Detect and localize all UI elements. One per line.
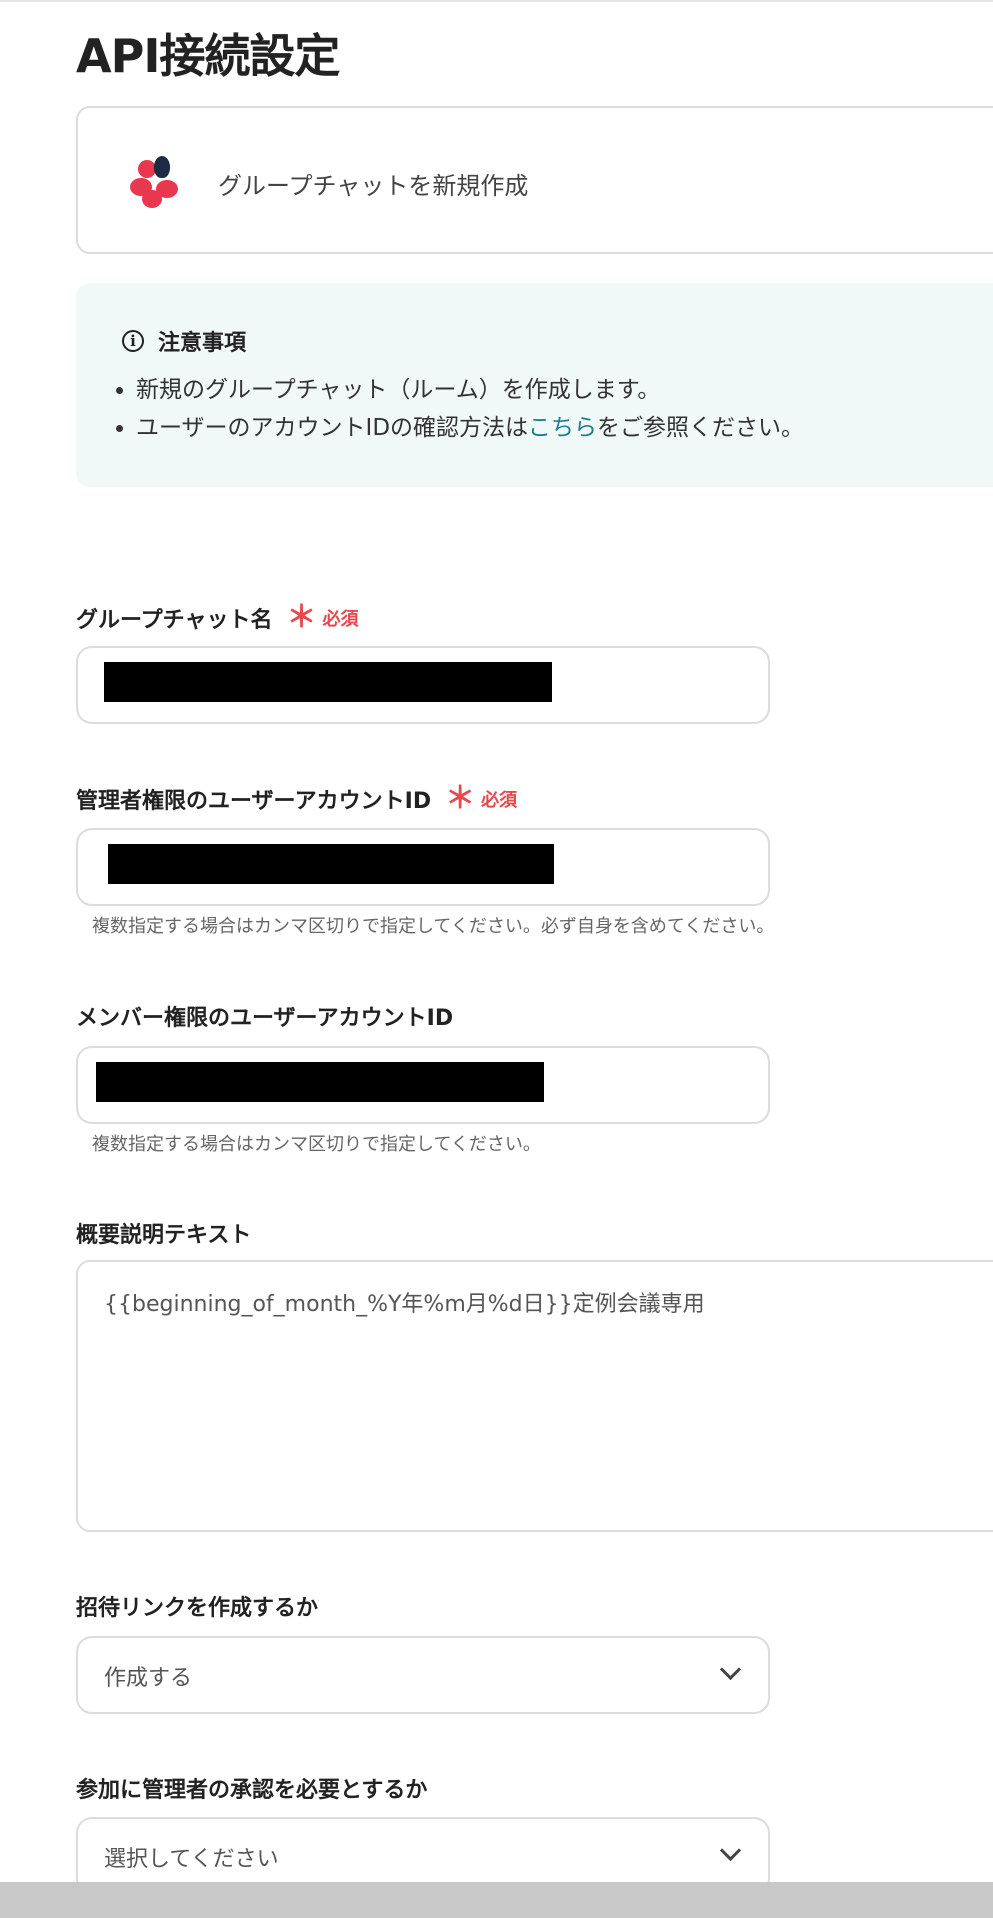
info-icon: i — [122, 330, 144, 352]
notice-box: i 注意事項 新規のグループチャット（ルーム）を作成します。 ユーザーのアカウン… — [76, 283, 993, 487]
chevron-down-icon — [719, 1839, 742, 1862]
bottom-scroll-bar — [0, 1882, 993, 1918]
admin-ids-label: 管理者権限のユーザーアカウントID ＊必須 — [76, 781, 518, 816]
redacted-value — [96, 1062, 544, 1102]
app-action-card[interactable]: グループチャットを新規作成 — [76, 106, 993, 254]
approval-label: 参加に管理者の承認を必要とするか — [76, 1778, 428, 1803]
notice-title: 注意事項 — [158, 331, 247, 356]
notice-list: 新規のグループチャット（ルーム）を作成します。 ユーザーのアカウントIDの確認方… — [116, 371, 804, 447]
chevron-down-icon — [719, 1658, 742, 1681]
chatwork-logo-icon — [128, 156, 182, 208]
redacted-value — [104, 662, 552, 702]
required-badge: ＊必須 — [286, 600, 359, 635]
invite-link-value: 作成する — [104, 1666, 193, 1691]
top-border — [0, 0, 993, 2]
action-label: グループチャットを新規作成 — [218, 172, 529, 200]
invite-link-select[interactable]: 作成する — [76, 1636, 770, 1714]
member-ids-hint: 複数指定する場合はカンマ区切りで指定してください。 — [92, 1134, 541, 1155]
group-name-label: グループチャット名 ＊必須 — [76, 600, 359, 635]
required-badge: ＊必須 — [445, 781, 518, 816]
invite-link-label: 招待リンクを作成するか — [76, 1596, 319, 1621]
reference-link[interactable]: こちら — [528, 415, 597, 441]
description-textarea[interactable]: {{beginning_of_month_%Y年%m月%d日}}定例会議専用 — [76, 1260, 993, 1532]
redacted-value — [108, 844, 554, 884]
member-ids-label: メンバー権限のユーザーアカウントID — [76, 1006, 454, 1031]
member-ids-input[interactable] — [76, 1046, 770, 1124]
group-name-input[interactable] — [76, 646, 770, 724]
description-value: {{beginning_of_month_%Y年%m月%d日}}定例会議専用 — [104, 1292, 705, 1317]
admin-ids-input[interactable] — [76, 828, 770, 906]
notice-item: 新規のグループチャット（ルーム）を作成します。 — [136, 371, 804, 409]
description-label: 概要説明テキスト — [76, 1223, 252, 1248]
page-title: API接続設定 — [76, 29, 340, 83]
admin-ids-hint: 複数指定する場合はカンマ区切りで指定してください。必ず自身を含めてください。 — [92, 916, 775, 937]
notice-item: ユーザーのアカウントIDの確認方法はこちらをご参照ください。 — [136, 409, 804, 447]
approval-value: 選択してください — [104, 1847, 279, 1872]
